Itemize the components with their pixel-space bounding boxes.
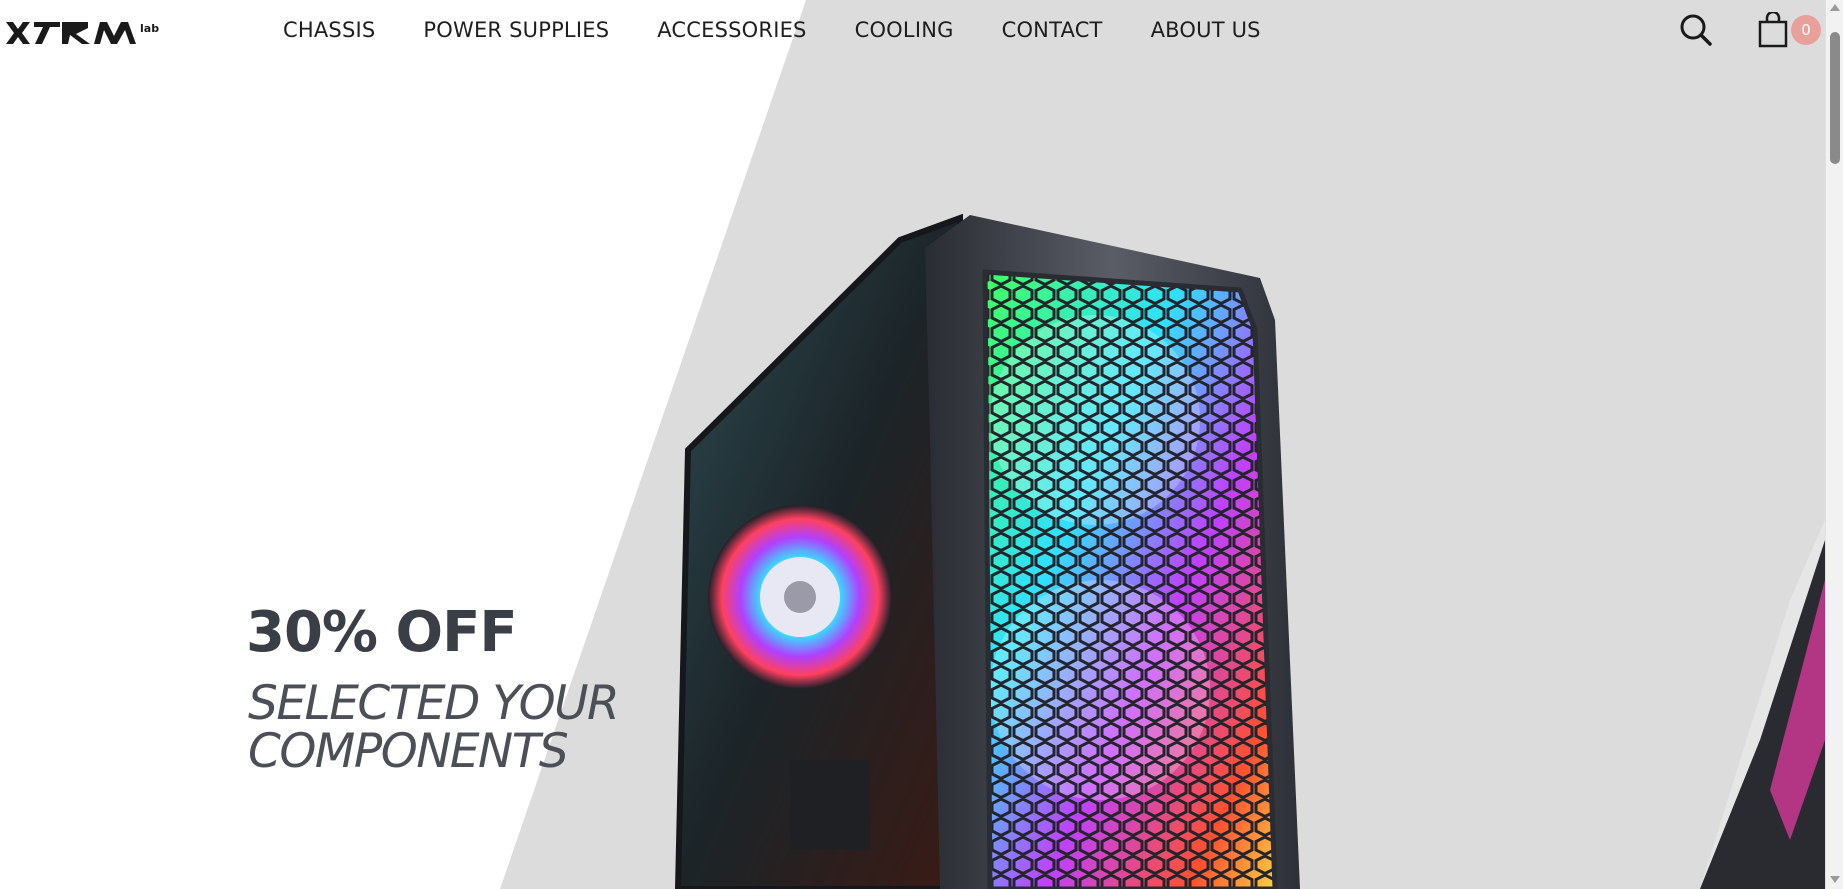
main-nav: CHASSIS POWER SUPPLIES ACCESSORIES COOLI… (283, 14, 1309, 46)
page-scrollbar[interactable] (1825, 0, 1843, 889)
nav-accessories[interactable]: ACCESSORIES (657, 14, 806, 46)
scroll-thumb[interactable] (1830, 32, 1840, 164)
promo-subtitle: SELECTED YOUR COMPONENTS (248, 676, 620, 779)
brand-logo[interactable]: lab (4, 14, 164, 48)
site-header: lab CHASSIS POWER SUPPLIES ACCESSORIES C… (0, 0, 1825, 60)
nav-contact[interactable]: CONTACT (1002, 14, 1103, 46)
next-slide-preview (1700, 540, 1825, 889)
scroll-down-arrow-icon[interactable] (1830, 876, 1840, 883)
search-icon[interactable] (1678, 12, 1714, 48)
nav-power-supplies[interactable]: POWER SUPPLIES (423, 14, 609, 46)
nav-cooling[interactable]: COOLING (855, 14, 954, 46)
nav-chassis[interactable]: CHASSIS (283, 14, 375, 46)
nav-about-us[interactable]: ABOUT US (1151, 14, 1261, 46)
promo-title: 30% OFF (246, 600, 518, 665)
shopping-bag-icon[interactable] (1757, 12, 1789, 48)
cart-count-badge[interactable]: 0 (1791, 15, 1821, 45)
scroll-up-arrow-icon[interactable] (1830, 4, 1840, 11)
svg-text:lab: lab (140, 22, 159, 35)
